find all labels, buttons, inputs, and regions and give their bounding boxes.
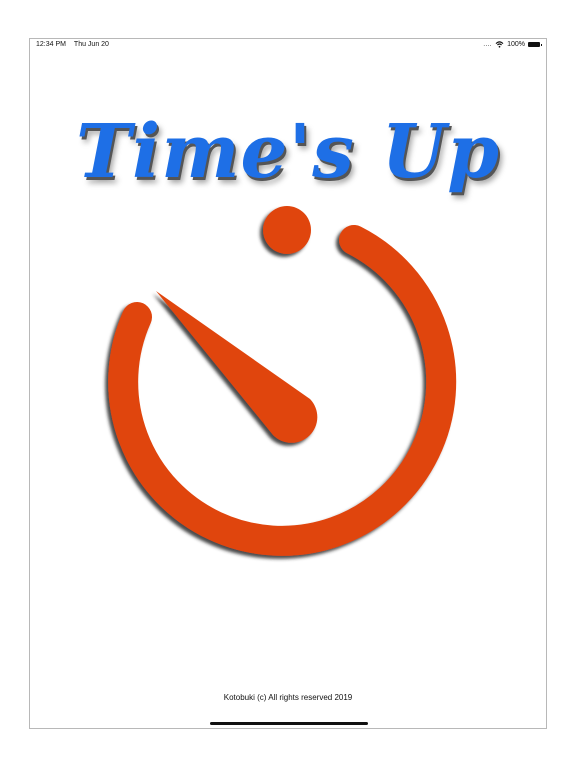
status-right: .... 100% [483,41,542,48]
battery-percent: 100% [507,41,525,48]
battery-icon [528,42,542,47]
wifi-icon [495,41,504,48]
cellular-dots-icon: .... [483,41,493,48]
status-time: 12:34 PM [36,41,66,48]
battery-fill [529,43,539,46]
home-indicator[interactable] [210,722,368,725]
app-title: Time's Up [76,109,500,195]
stopwatch-button [263,206,311,254]
status-bar: 12:34 PM Thu Jun 20 .... 100% [30,39,546,53]
app-screen: 12:34 PM Thu Jun 20 .... 100% Time's Up [29,38,547,729]
stopwatch-hand [156,291,318,443]
copyright-footer: Kotobuki (c) All rights reserved 2019 [223,693,353,702]
stopwatch-icon [108,206,457,556]
status-left: 12:34 PM Thu Jun 20 [36,41,109,48]
status-date: Thu Jun 20 [73,41,109,48]
